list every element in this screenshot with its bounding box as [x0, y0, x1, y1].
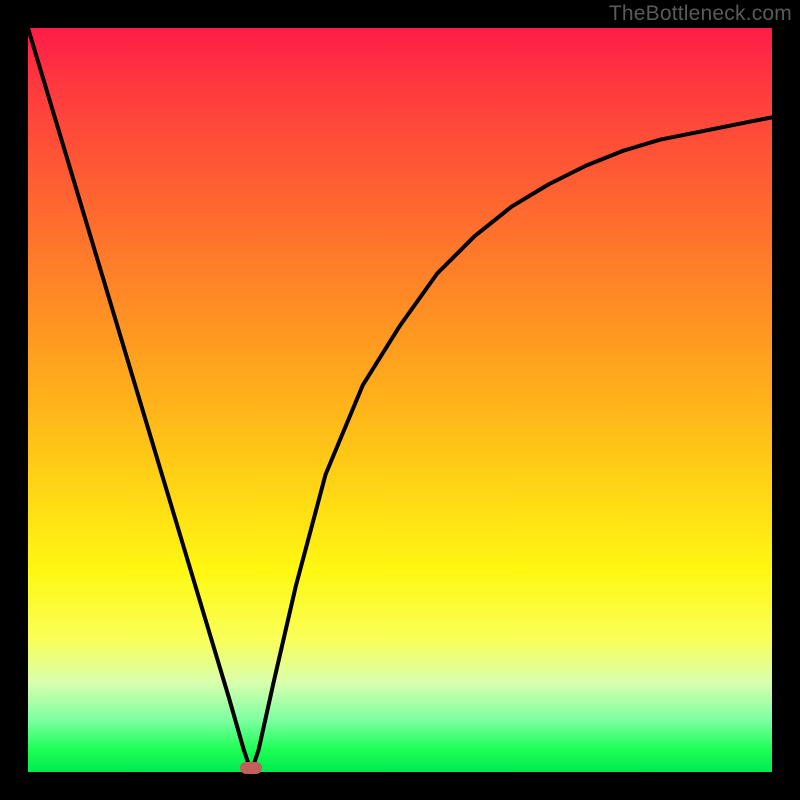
chart-plot-area: [28, 28, 772, 772]
watermark-text: TheBottleneck.com: [609, 2, 792, 26]
minimum-marker: [240, 762, 262, 774]
bottleneck-curve: [28, 28, 772, 772]
chart-frame: TheBottleneck.com: [0, 0, 800, 800]
